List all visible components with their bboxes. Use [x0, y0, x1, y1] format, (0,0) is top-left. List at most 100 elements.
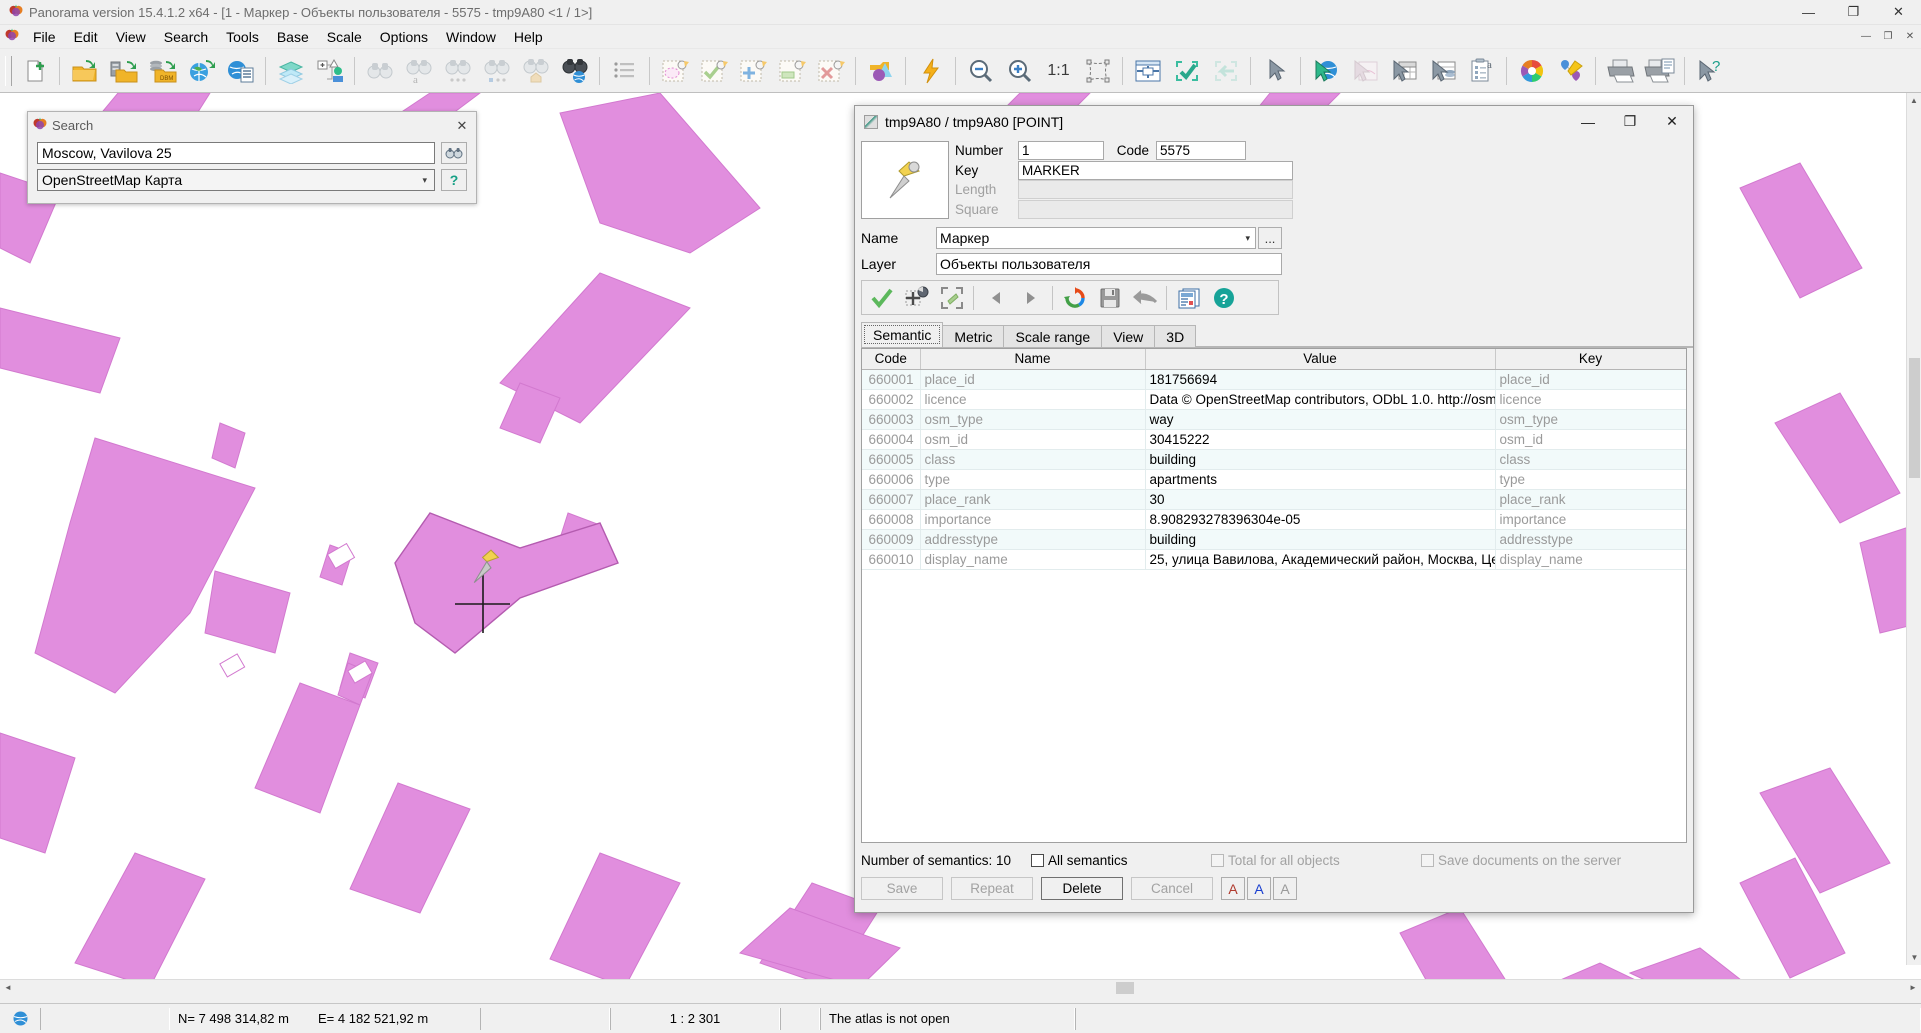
object-dialog-titlebar[interactable]: tmp9A80 / tmp9A80 [POINT] — ❐ ✕ [855, 106, 1693, 137]
search-help-button[interactable]: ? [441, 169, 467, 191]
number-input[interactable] [1018, 141, 1104, 161]
layer-value[interactable]: Объекты пользователя [936, 253, 1282, 275]
open-server-folder-icon[interactable] [104, 52, 143, 90]
menu-item-help[interactable]: Help [505, 26, 552, 48]
table-row[interactable]: 660010 display_name 25, улица Вавилова, Ак… [862, 549, 1686, 570]
prev-object-icon[interactable] [978, 282, 1013, 313]
binoculars-globe-icon[interactable] [555, 52, 594, 90]
cell-name[interactable]: type [920, 469, 1146, 490]
font-color-blue-button[interactable]: A [1247, 877, 1271, 900]
panel-icon[interactable] [1128, 52, 1167, 90]
table-row[interactable]: 660007 place_rank 30 place_rank [862, 489, 1686, 510]
cell-code[interactable]: 660006 [862, 469, 921, 490]
cell-name[interactable]: class [920, 449, 1146, 470]
col-header-key[interactable]: Key [1495, 349, 1686, 370]
binoculars-dots-icon[interactable] [438, 52, 477, 90]
cell-name[interactable]: display_name [920, 549, 1146, 570]
cell-key[interactable]: display_name [1495, 549, 1686, 570]
delete-object-icon[interactable] [811, 52, 850, 90]
undo-arrow-icon[interactable] [1127, 282, 1162, 313]
cell-code[interactable]: 660001 [862, 369, 921, 390]
table-row[interactable]: 660008 importance 8.908293278396304e-05 imp… [862, 509, 1686, 530]
help-cursor-icon[interactable]: ? [1690, 52, 1729, 90]
cell-key[interactable]: addresstype [1495, 529, 1686, 550]
cell-name[interactable]: place_id [920, 369, 1146, 390]
app-minimize-button[interactable]: — [1786, 0, 1831, 25]
report-icon[interactable] [1171, 282, 1206, 313]
h-scroll-track[interactable] [16, 979, 1905, 996]
cell-key[interactable]: type [1495, 469, 1686, 490]
col-header-name[interactable]: Name [920, 349, 1146, 370]
list-icon[interactable] [605, 52, 644, 90]
tab-metric[interactable]: Metric [942, 325, 1005, 347]
cell-value[interactable]: 8.908293278396304e-05 [1145, 509, 1496, 530]
cell-key[interactable]: place_rank [1495, 489, 1686, 510]
menu-item-file[interactable]: File [24, 26, 65, 48]
back-arrow-icon[interactable] [1206, 52, 1245, 90]
search-input[interactable] [37, 142, 435, 164]
map-horizontal-scrollbar[interactable]: ◄ ► [0, 979, 1921, 996]
help-icon[interactable]: ? [1206, 282, 1241, 313]
object-name-browse-button[interactable]: ... [1258, 227, 1282, 249]
layers-icon[interactable] [271, 52, 310, 90]
save-disk-icon[interactable] [1092, 282, 1127, 313]
cell-value[interactable]: 30 [1145, 489, 1496, 510]
table-row[interactable]: 660009 addresstype building addresstype [862, 529, 1686, 550]
next-object-icon[interactable] [1013, 282, 1048, 313]
cursor-icon[interactable] [1256, 52, 1295, 90]
cell-key[interactable]: place_id [1495, 369, 1686, 390]
cell-value[interactable]: way [1145, 409, 1496, 430]
zoom-out-icon[interactable] [961, 52, 1000, 90]
lightning-icon[interactable] [911, 52, 950, 90]
search-submit-button[interactable] [441, 142, 467, 164]
tab-semantic[interactable]: Semantic [861, 322, 944, 347]
mdi-close-button[interactable]: ✕ [1899, 28, 1921, 46]
scroll-right-arrow[interactable]: ► [1905, 980, 1921, 996]
search-provider-select[interactable]: OpenStreetMap Карта ▾ [37, 169, 435, 191]
binoculars-home-icon[interactable] [516, 52, 555, 90]
apply-check-icon[interactable] [1167, 52, 1206, 90]
cell-value[interactable]: Data © OpenStreetMap contributors, ODbL … [1145, 389, 1496, 410]
menu-item-view[interactable]: View [107, 26, 155, 48]
object-name-select[interactable]: Маркер ▾ [936, 227, 1256, 249]
binoculars-text-icon[interactable]: a [399, 52, 438, 90]
menu-item-tools[interactable]: Tools [217, 26, 268, 48]
cell-name[interactable]: importance [920, 509, 1146, 530]
semantics-table-container[interactable]: Code Name Value Key 660001 place_id 181756… [861, 348, 1687, 843]
open-folder-icon[interactable] [65, 52, 104, 90]
3d-view-icon[interactable] [861, 52, 900, 90]
table-row[interactable]: 660002 licence Data © OpenStreetMap contri… [862, 389, 1686, 410]
scroll-down-arrow[interactable]: ▼ [1907, 950, 1921, 965]
tab-scale-range[interactable]: Scale range [1003, 325, 1103, 347]
cell-value[interactable]: 25, улица Вавилова, Академический район,… [1145, 549, 1496, 570]
cell-code[interactable]: 660003 [862, 409, 921, 430]
cell-key[interactable]: osm_id [1495, 429, 1686, 450]
tab-view[interactable]: View [1101, 325, 1156, 347]
globe-list-icon[interactable] [221, 52, 260, 90]
cell-key[interactable]: importance [1495, 509, 1686, 530]
refresh-icon[interactable] [1057, 282, 1092, 313]
table-row[interactable]: 660003 osm_type way osm_type [862, 409, 1686, 430]
cursor-db-icon[interactable] [1423, 52, 1462, 90]
cell-value[interactable]: building [1145, 529, 1496, 550]
save-button[interactable]: Save [861, 877, 943, 900]
scroll-left-arrow[interactable]: ◄ [0, 980, 16, 996]
toolbar-grip[interactable] [5, 55, 12, 86]
zoom-in-icon[interactable] [1000, 52, 1039, 90]
menu-item-options[interactable]: Options [371, 26, 437, 48]
open-globe-icon[interactable] [182, 52, 221, 90]
cell-key[interactable]: class [1495, 449, 1686, 470]
cancel-button[interactable]: Cancel [1131, 877, 1213, 900]
app-maximize-button[interactable]: ❐ [1831, 0, 1876, 25]
cell-code[interactable]: 660007 [862, 489, 921, 510]
fit-object-icon[interactable] [934, 282, 969, 313]
cell-code[interactable]: 660009 [862, 529, 921, 550]
cell-code[interactable]: 660002 [862, 389, 921, 410]
binoculars-square-icon[interactable] [477, 52, 516, 90]
tab-3d[interactable]: 3D [1154, 325, 1197, 347]
scroll-up-arrow[interactable]: ▲ [1907, 93, 1921, 108]
all-semantics-checkbox[interactable]: All semantics [1031, 853, 1211, 868]
cell-code[interactable]: 660010 [862, 549, 921, 570]
edit-object-icon[interactable] [772, 52, 811, 90]
menu-item-edit[interactable]: Edit [65, 26, 107, 48]
